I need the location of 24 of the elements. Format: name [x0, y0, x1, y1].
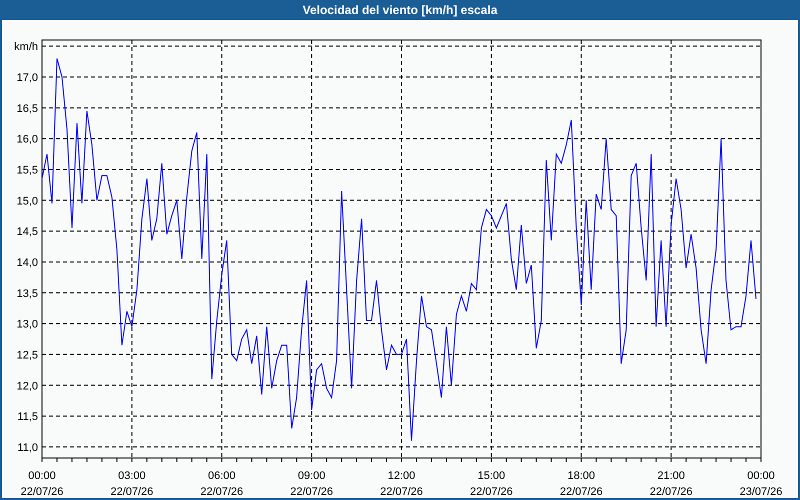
y-tick-label: 15,0: [16, 195, 38, 208]
y-tick-label: 13,0: [16, 318, 38, 331]
x-tick-label: 06:00 22/07/26: [199, 469, 244, 498]
y-tick-label: 12,5: [16, 349, 38, 362]
y-tick-label: km/h: [14, 41, 38, 54]
x-tick-label: 03:00 22/07/26: [109, 469, 154, 498]
y-tick-label: 14,5: [16, 226, 38, 238]
y-tick-label: 16,0: [16, 134, 38, 146]
x-tick-label: 00:00 23/07/26: [738, 469, 784, 498]
x-tick-label: 09:00 22/07/26: [289, 469, 334, 498]
y-tick-label: 14,0: [16, 256, 38, 269]
y-tick-label: 15,5: [16, 164, 38, 176]
window-title: Velocidad del viento [km/h] escala: [302, 2, 498, 19]
y-tick-label: 11,0: [17, 442, 38, 454]
y-tick-label: 11,5: [17, 411, 38, 424]
y-tick-label: 17,0: [16, 72, 38, 84]
x-tick-label: 00:00 22/07/26: [20, 469, 64, 498]
y-tick-label: 16,5: [16, 102, 38, 115]
y-tick-label: 12,0: [16, 380, 38, 392]
x-tick-label: 12:00 22/07/26: [379, 469, 424, 498]
x-tick-label: 15:00 22/07/26: [468, 469, 514, 498]
y-tick-label: 13,5: [16, 288, 38, 300]
x-tick-label: 21:00 22/07/26: [648, 469, 694, 498]
x-tick-label: 18:00 22/07/26: [558, 469, 604, 498]
